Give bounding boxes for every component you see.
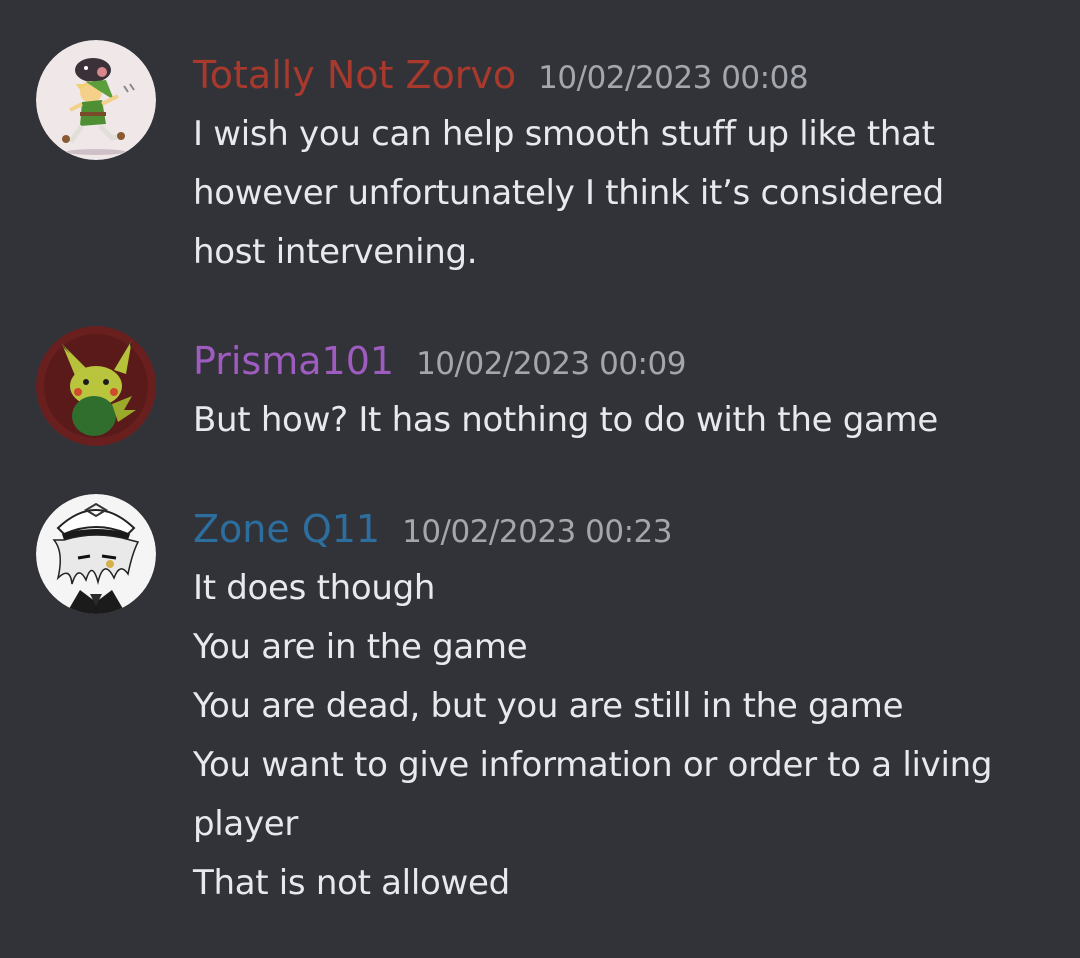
message-header: Prisma101 10/02/2023 00:09: [193, 339, 686, 383]
username[interactable]: Prisma101: [193, 339, 394, 383]
username[interactable]: Zone Q11: [193, 507, 380, 551]
anime-officer-cap-avatar-icon: [36, 494, 156, 614]
message-line: It does though: [193, 568, 436, 608]
message-line: You want to give information or order to…: [193, 745, 993, 785]
avatar[interactable]: [36, 494, 156, 614]
avatar[interactable]: [36, 40, 156, 160]
message-line: player: [193, 804, 299, 844]
timestamp: 10/02/2023 00:09: [416, 346, 686, 382]
cartoon-elf-with-boar-avatar-icon: [36, 40, 156, 160]
message-line: host intervening.: [193, 232, 478, 272]
avatar[interactable]: [36, 326, 156, 446]
green-pikachu-avatar-icon: [36, 326, 156, 446]
message-content: It does though You are in the game You a…: [193, 559, 1063, 913]
username[interactable]: Totally Not Zorvo: [193, 53, 516, 97]
chat-log: Totally Not Zorvo 10/02/2023 00:08 I wish…: [0, 0, 1080, 958]
timestamp: 10/02/2023 00:08: [538, 60, 809, 96]
message-header: Totally Not Zorvo 10/02/2023 00:08: [193, 53, 809, 97]
message-content: I wish you can help smooth stuff up like…: [193, 105, 1063, 282]
message-line: You are in the game: [193, 627, 528, 667]
message-header: Zone Q11 10/02/2023 00:23: [193, 507, 672, 551]
timestamp: 10/02/2023 00:23: [402, 514, 672, 550]
message-content: But how? It has nothing to do with the g…: [193, 391, 1063, 450]
message-line: I wish you can help smooth stuff up like…: [193, 114, 935, 154]
message-line: That is not allowed: [193, 863, 510, 903]
message-line: however unfortunately I think it’s consi…: [193, 173, 944, 213]
message-line: You are dead, but you are still in the g…: [193, 686, 904, 726]
message-line: But how? It has nothing to do with the g…: [193, 400, 938, 440]
